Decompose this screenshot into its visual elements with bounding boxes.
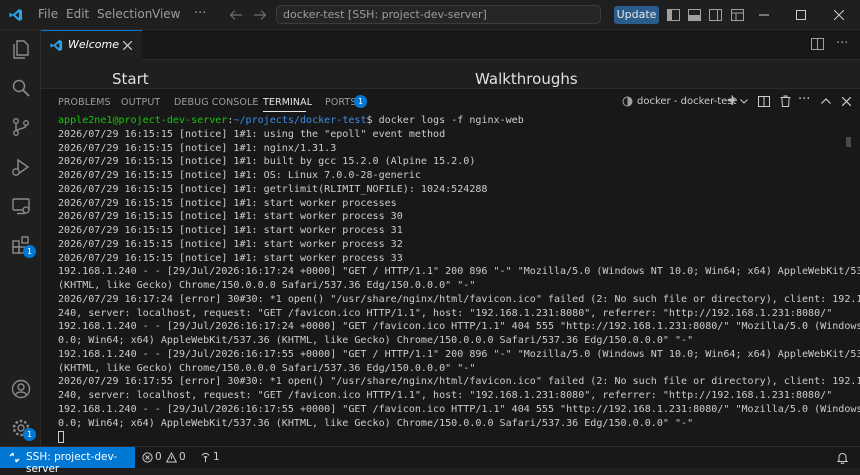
terminal-line: 240, server: localhost, request: "GET /f… (58, 307, 833, 319)
welcome-start-heading: Start (112, 70, 149, 88)
terminal-line: 0.0; Win64; x64) AppleWebKit/537.36 (KHT… (58, 417, 694, 429)
terminal-line: 0.0; Win64; x64) AppleWebKit/537.36 (KHT… (58, 335, 694, 346)
split-terminal-icon[interactable] (758, 96, 770, 107)
error-count[interactable]: 0 (155, 451, 162, 463)
terminal-line: 2026/07/29 16:15:15 [notice] 1#1: built … (58, 156, 476, 168)
account-icon[interactable] (10, 378, 32, 400)
new-terminal-icon[interactable]: + (726, 91, 739, 109)
ports-forwarded-icon (201, 452, 210, 462)
terminal-instance-label[interactable]: docker - docker-test (637, 96, 736, 107)
terminal-line: 2026/07/29 16:15:15 [notice] 1#1: using … (58, 128, 446, 140)
update-button[interactable]: Update (614, 6, 659, 24)
terminal-line: 2026/07/29 16:15:15 [notice] 1#1: start … (58, 252, 403, 264)
command-center[interactable]: docker-test [SSH: project-dev-server] (276, 5, 601, 24)
customize-layout-icon[interactable] (731, 9, 744, 21)
tab-welcome[interactable]: Welcome (41, 30, 142, 60)
search-icon[interactable] (10, 77, 32, 99)
tab-welcome-label: Welcome (68, 38, 119, 51)
source-control-icon[interactable] (10, 116, 32, 138)
prompt-command: $ docker logs -f nginx-web (366, 115, 524, 126)
prompt-path: ~/projects/docker-test (233, 115, 367, 126)
tab-output[interactable]: OUTPUT (121, 97, 160, 108)
terminal-line: 2026/07/29 16:15:15 [notice] 1#1: start … (58, 197, 397, 209)
terminal-line: 192.168.1.240 - - [29/Jul/2026:16:17:55 … (58, 348, 860, 360)
activity-bar: 1 1 (0, 30, 41, 446)
kill-terminal-icon[interactable] (780, 95, 791, 107)
toggle-panel-icon[interactable] (688, 9, 701, 21)
maximize-panel-icon[interactable] (821, 98, 831, 104)
terminal-line: 2026/07/29 16:15:15 [notice] 1#1: nginx/… (58, 142, 337, 154)
menu-edit[interactable]: Edit (66, 7, 89, 21)
tab-debug-console[interactable]: DEBUG CONSOLE (174, 97, 259, 108)
maximize-icon[interactable] (796, 10, 806, 20)
terminal-output[interactable]: apple2ne1@project-dev-server:~/projects/… (58, 114, 860, 444)
bottom-panel: PROBLEMS OUTPUT DEBUG CONSOLE TERMINAL P… (41, 88, 860, 446)
active-tab-indicator (263, 111, 306, 112)
terminal-line: 192.168.1.240 - - [29/Jul/2026:16:17:24 … (58, 266, 860, 278)
terminal-line: 2026/07/29 16:15:15 [notice] 1#1: OS: Li… (58, 170, 421, 181)
remote-indicator[interactable]: SSH: project-dev-server (0, 447, 135, 475)
title-bar: File Edit Selection View ··· docker-test… (0, 0, 860, 30)
remote-label: SSH: project-dev-server (26, 451, 118, 475)
close-panel-icon[interactable] (842, 97, 851, 106)
tab-ports[interactable]: PORTS (325, 97, 356, 108)
terminal-line: (KHTML, like Gecko) Chrome/150.0.0.0 Saf… (58, 362, 476, 374)
terminal-line: 192.168.1.240 - - [29/Jul/2026:16:17:24 … (58, 321, 860, 333)
terminal-line: 240, server: localhost, request: "GET /f… (58, 390, 833, 401)
menu-selection[interactable]: Selection (97, 7, 152, 21)
panel-more-actions-icon[interactable]: ··· (798, 92, 810, 107)
status-bar: SSH: project-dev-server 0 0 1 (0, 446, 860, 475)
command-center-label: docker-test [SSH: project-dev-server] (283, 8, 487, 21)
tab-terminal[interactable]: TERMINAL (263, 97, 312, 108)
welcome-walkthroughs-heading: Walkthroughs (475, 70, 578, 88)
forward-arrow-icon[interactable] (253, 9, 267, 21)
explorer-icon[interactable] (10, 38, 32, 60)
warning-icon (166, 452, 177, 463)
ports-badge: 1 (354, 95, 367, 108)
extensions-badge: 1 (23, 245, 36, 258)
minimize-icon[interactable] (759, 14, 769, 16)
tab-problems[interactable]: PROBLEMS (58, 97, 111, 108)
editor-tab-bar: Welcome ··· (41, 30, 860, 60)
warning-count[interactable]: 0 (179, 451, 186, 463)
terminal-scrollbar[interactable] (846, 137, 851, 147)
terminal-line: 2026/07/29 16:15:15 [notice] 1#1: getrli… (58, 183, 488, 195)
menu-file[interactable]: File (38, 7, 58, 21)
vscode-logo-icon (50, 39, 63, 52)
terminal-line: 2026/07/29 16:15:15 [notice] 1#1: start … (58, 211, 403, 223)
error-icon (142, 452, 153, 463)
terminal-prompt-line: apple2ne1@project-dev-server:~/projects/… (58, 114, 848, 128)
new-terminal-dropdown-icon[interactable] (740, 99, 748, 104)
terminal-cursor (58, 431, 64, 444)
notifications-bell-icon[interactable] (837, 452, 848, 464)
terminal-line: 192.168.1.240 - - [29/Jul/2026:16:17:55 … (58, 403, 860, 415)
terminal-line: 2026/07/29 16:17:55 [error] 30#30: *1 op… (58, 376, 860, 388)
ports-count[interactable]: 1 (213, 451, 220, 463)
back-arrow-icon[interactable] (229, 9, 243, 21)
split-editor-icon[interactable] (811, 38, 824, 50)
close-window-icon[interactable] (834, 10, 844, 20)
more-menu-icon[interactable]: ··· (194, 6, 206, 21)
close-tab-icon[interactable] (123, 41, 132, 50)
terminal-line: 2026/07/29 16:15:15 [notice] 1#1: start … (58, 238, 403, 250)
run-debug-icon[interactable] (10, 156, 32, 178)
terminal-line: 2026/07/29 16:17:24 [error] 30#30: *1 op… (58, 293, 860, 305)
remote-explorer-icon[interactable] (10, 195, 32, 217)
terminal-line: (KHTML, like Gecko) Chrome/150.0.0.0 Saf… (58, 280, 476, 291)
terminal-profile-icon (622, 96, 633, 107)
terminal-log-lines: 2026/07/29 16:15:15 [notice] 1#1: using … (58, 128, 860, 431)
menu-view[interactable]: View (152, 7, 180, 21)
terminal-line: 2026/07/29 16:15:15 [notice] 1#1: start … (58, 225, 403, 236)
vscode-logo-icon (9, 9, 22, 21)
settings-badge: 1 (23, 428, 36, 441)
remote-icon (9, 452, 20, 463)
prompt-user: apple2ne1@project-dev-server (58, 115, 228, 126)
toggle-secondary-sidebar-icon[interactable] (709, 9, 722, 21)
toggle-sidebar-icon[interactable] (667, 9, 680, 21)
editor-more-actions-icon[interactable]: ··· (836, 36, 848, 51)
welcome-editor: Start Walkthroughs (41, 60, 860, 88)
